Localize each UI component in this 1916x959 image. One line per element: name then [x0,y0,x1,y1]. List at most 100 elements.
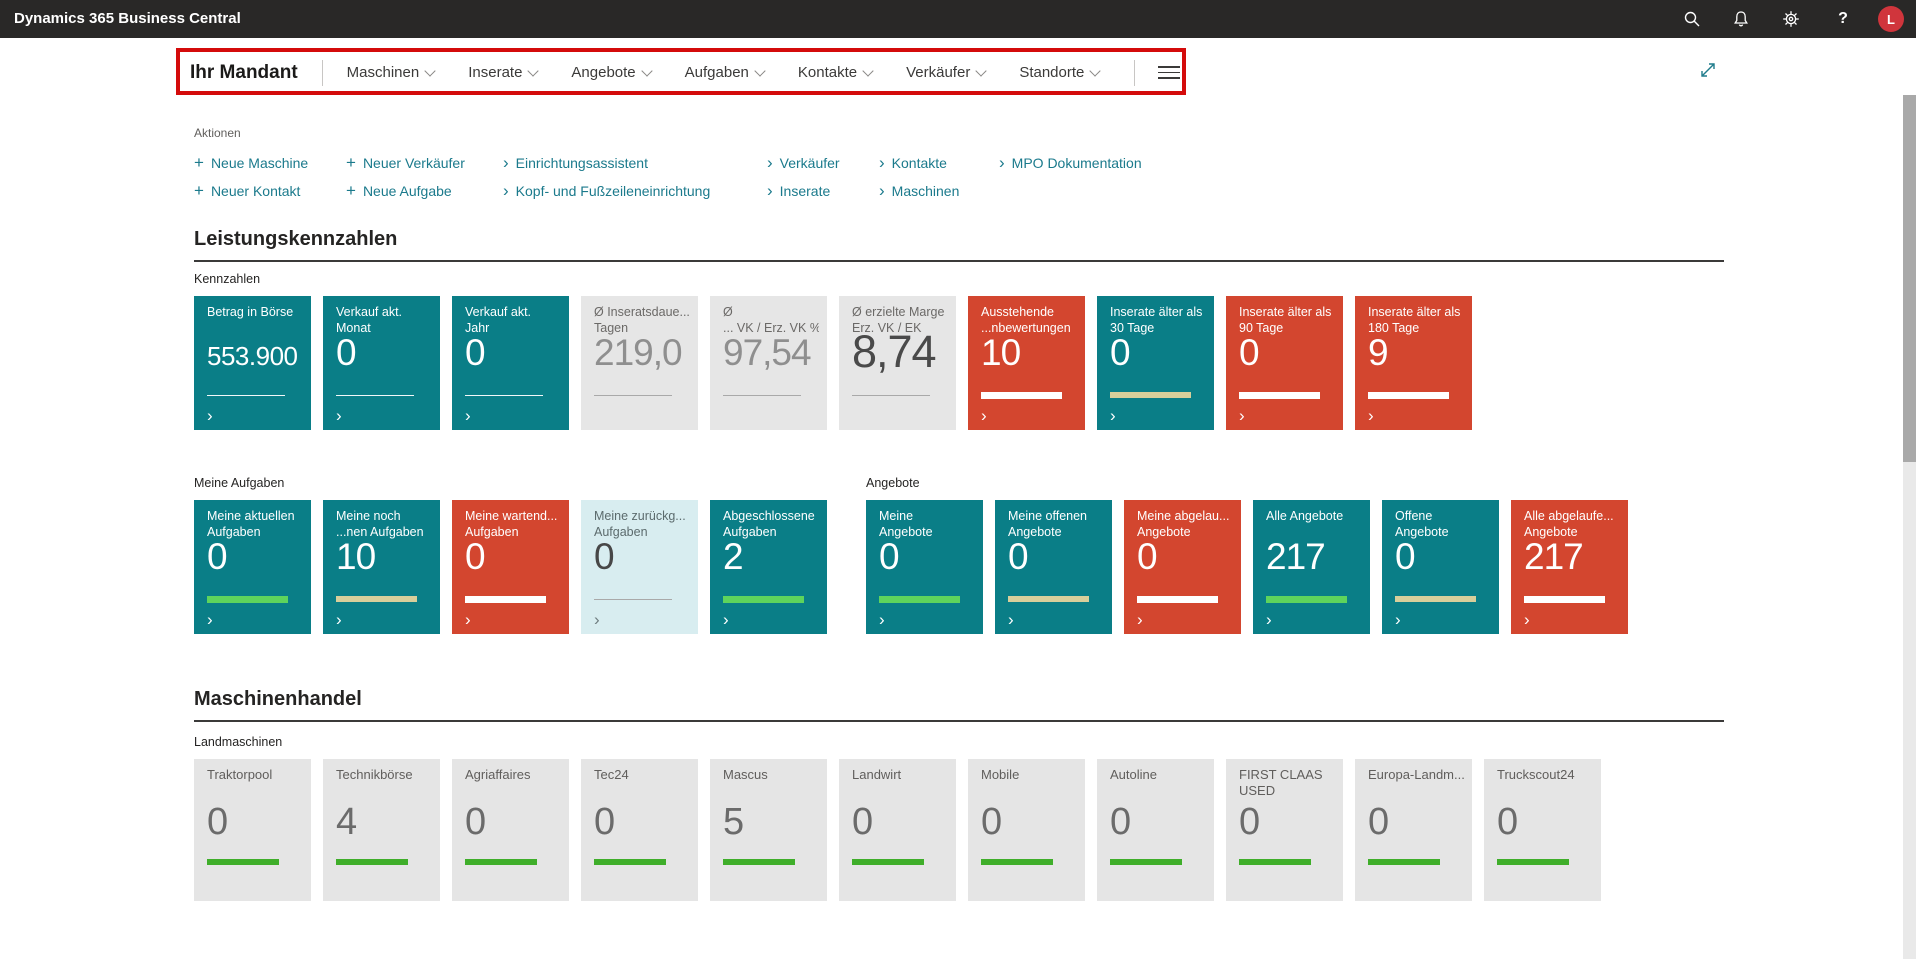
tile-trend-bar [336,596,417,602]
kpi-tile-betrag-in-börse[interactable]: Betrag in Börse553.900› [194,296,311,430]
kpi-tile-verkauf-akt-jahr[interactable]: Verkauf akt.Jahr0› [452,296,569,430]
tile-group-meine-aufgaben: Meine AufgabenMeine aktuellenAufgaben0›M… [194,476,827,634]
kpi-tile-meine-aktuellen-aufgaben[interactable]: Meine aktuellenAufgaben0› [194,500,311,634]
search-icon[interactable] [1680,7,1704,31]
action-cell: +Neue Maschine [194,155,346,173]
action-link-verkäufer[interactable]: ›Verkäufer [767,155,840,171]
nav-item-label: Kontakte [798,64,857,81]
tile-value: 10 [336,536,375,578]
notifications-icon[interactable] [1729,7,1753,31]
nav-item-standorte[interactable]: Standorte [1019,64,1099,81]
kpi-tile-inseratsdaue-tagen[interactable]: Ø Inseratsdaue...Tagen219,0 [581,296,698,430]
kpi-tile-inserate-älter-als-180-tage[interactable]: Inserate älter als180 Tage9› [1355,296,1472,430]
kpi-tile-alle-abgelaufe-angebote[interactable]: Alle abgelaufe...Angebote217› [1511,500,1628,634]
tile-value: 217 [1524,536,1583,578]
chevron-right-icon: › [465,407,471,424]
nav-item-maschinen[interactable]: Maschinen [347,64,435,81]
kpi-tile-verkauf-akt-monat[interactable]: Verkauf akt.Monat0› [323,296,440,430]
action-link-label: Neuer Kontakt [211,183,301,199]
kpi-tile-abgeschlossene-aufgaben[interactable]: AbgeschlosseneAufgaben2› [710,500,827,634]
settings-icon[interactable] [1779,7,1803,31]
chevron-right-icon: › [879,184,885,198]
tile-trend-bar [879,596,960,603]
chevron-right-icon: › [1266,611,1272,628]
action-link-label: Neuer Verkäufer [363,155,465,171]
hamburger-menu-icon[interactable] [1158,64,1182,82]
app-title: Dynamics 365 Business Central [14,10,241,27]
kpi-tile-autoline[interactable]: Autoline0 [1097,759,1214,901]
nav-item-aufgaben[interactable]: Aufgaben [685,64,764,81]
tile-trend-bar [465,859,537,865]
action-cell: ›Einrichtungsassistent [503,155,767,173]
group-label: Angebote [866,476,1628,490]
kpi-tile-meine-zurückg-aufgaben[interactable]: Meine zurückg...Aufgaben0› [581,500,698,634]
scrollbar-thumb[interactable] [1903,95,1916,462]
kpi-tile-first-claas-used[interactable]: FIRST CLAASUSED0 [1226,759,1343,901]
group-label: Kennzahlen [194,272,1472,286]
kpi-tile-ausstehende-nbewertungen[interactable]: Ausstehende...nbewertungen10› [968,296,1085,430]
action-link-neue-aufgabe[interactable]: +Neue Aufgabe [346,183,452,199]
tile-value: 4 [336,801,356,844]
kpi-tile-erzielte-marge-erz-vk-ek[interactable]: Ø erzielte MargeErz. VK / EK8,74 [839,296,956,430]
tiles: MeineAngebote0›Meine offenenAngebote0›Me… [866,500,1628,634]
kpi-tile-meine-wartend-aufgaben[interactable]: Meine wartend...Aufgaben0› [452,500,569,634]
kpi-tile-truckscout24[interactable]: Truckscout240 [1484,759,1601,901]
action-link-inserate[interactable]: ›Inserate [767,183,830,199]
nav-item-angebote[interactable]: Angebote [571,64,650,81]
tile-value: 0 [1137,536,1157,578]
kpi-tile-inserate-älter-als-90-tage[interactable]: Inserate älter als90 Tage0› [1226,296,1343,430]
kpi-tile-mascus[interactable]: Mascus5 [710,759,827,901]
nav-item-inserate[interactable]: Inserate [468,64,537,81]
help-icon[interactable]: ? [1831,7,1855,31]
kpi-tile-meine-abgelau-angebote[interactable]: Meine abgelau...Angebote0› [1124,500,1241,634]
avatar[interactable]: L [1878,6,1904,32]
kpi-tile-vk-erz-vk[interactable]: Ø... VK / Erz. VK %97,54 [710,296,827,430]
page: Dynamics 365 Business Central ? L Ihr Ma… [0,0,1916,959]
section-rule [194,260,1724,262]
nav-item-verkäufer[interactable]: Verkäufer [906,64,985,81]
action-link-mpo-dokumentation[interactable]: ›MPO Dokumentation [999,155,1142,171]
section-title: Leistungskennzahlen [194,228,397,251]
action-link-kontakte[interactable]: ›Kontakte [879,155,947,171]
kpi-tile-mobile[interactable]: Mobile0 [968,759,1085,901]
kpi-tile-meine-offenen-angebote[interactable]: Meine offenenAngebote0› [995,500,1112,634]
chevron-right-icon: › [1137,611,1143,628]
kpi-tile-tec24[interactable]: Tec240 [581,759,698,901]
kpi-tile-traktorpool[interactable]: Traktorpool0 [194,759,311,901]
kpi-tile-technikbörse[interactable]: Technikbörse 4 [323,759,440,901]
action-link-neuer-kontakt[interactable]: +Neuer Kontakt [194,183,300,199]
tile-value: 0 [1368,801,1388,844]
expand-icon[interactable] [1697,59,1719,81]
kpi-tile-offene-angebote[interactable]: OffeneAngebote0› [1382,500,1499,634]
tile-value: 0 [594,536,614,578]
kpi-tile-landwirt[interactable]: Landwirt0 [839,759,956,901]
tile-trend-bar [723,596,804,603]
kpi-tile-meine-noch-nen-aufgaben[interactable]: Meine noch...nen Aufgaben10› [323,500,440,634]
kpi-tile-agriaffaires[interactable]: Agriaffaires0 [452,759,569,901]
kpi-tile-meine-angebote[interactable]: MeineAngebote0› [866,500,983,634]
tile-label: Truckscout24 [1497,767,1593,783]
divider [322,60,323,86]
tile-trend-bar [594,859,666,865]
tile-trend-bar [1524,596,1605,603]
chevron-right-icon: › [879,611,885,628]
kpi-tile-europa-landm[interactable]: Europa-Landm...0 [1355,759,1472,901]
chevron-down-icon [862,65,873,76]
action-link-neuer-verkäufer[interactable]: +Neuer Verkäufer [346,155,465,171]
action-link-neue-maschine[interactable]: +Neue Maschine [194,155,308,171]
chevron-right-icon: › [767,184,773,198]
kpi-tile-inserate-älter-als-30-tage[interactable]: Inserate älter als30 Tage0› [1097,296,1214,430]
action-link-einrichtungsassistent[interactable]: ›Einrichtungsassistent [503,155,648,171]
nav-item-kontakte[interactable]: Kontakte [798,64,872,81]
action-link-kopf-und-fußzeileneinrichtung[interactable]: ›Kopf- und Fußzeileneinrichtung [503,183,710,199]
tile-trend-bar [981,392,1062,399]
kpi-tile-alle-angebote[interactable]: Alle Angebote217› [1253,500,1370,634]
action-link-maschinen[interactable]: ›Maschinen [879,183,959,199]
tile-value: 0 [1239,801,1259,844]
tile-trend-bar [1497,859,1569,865]
tile-trend-bar [594,395,672,396]
tile-trend-bar [723,859,795,865]
tile-label: Technikbörse [336,767,432,783]
action-cell: +Neuer Kontakt [194,183,346,201]
tile-trend-bar [465,395,543,396]
